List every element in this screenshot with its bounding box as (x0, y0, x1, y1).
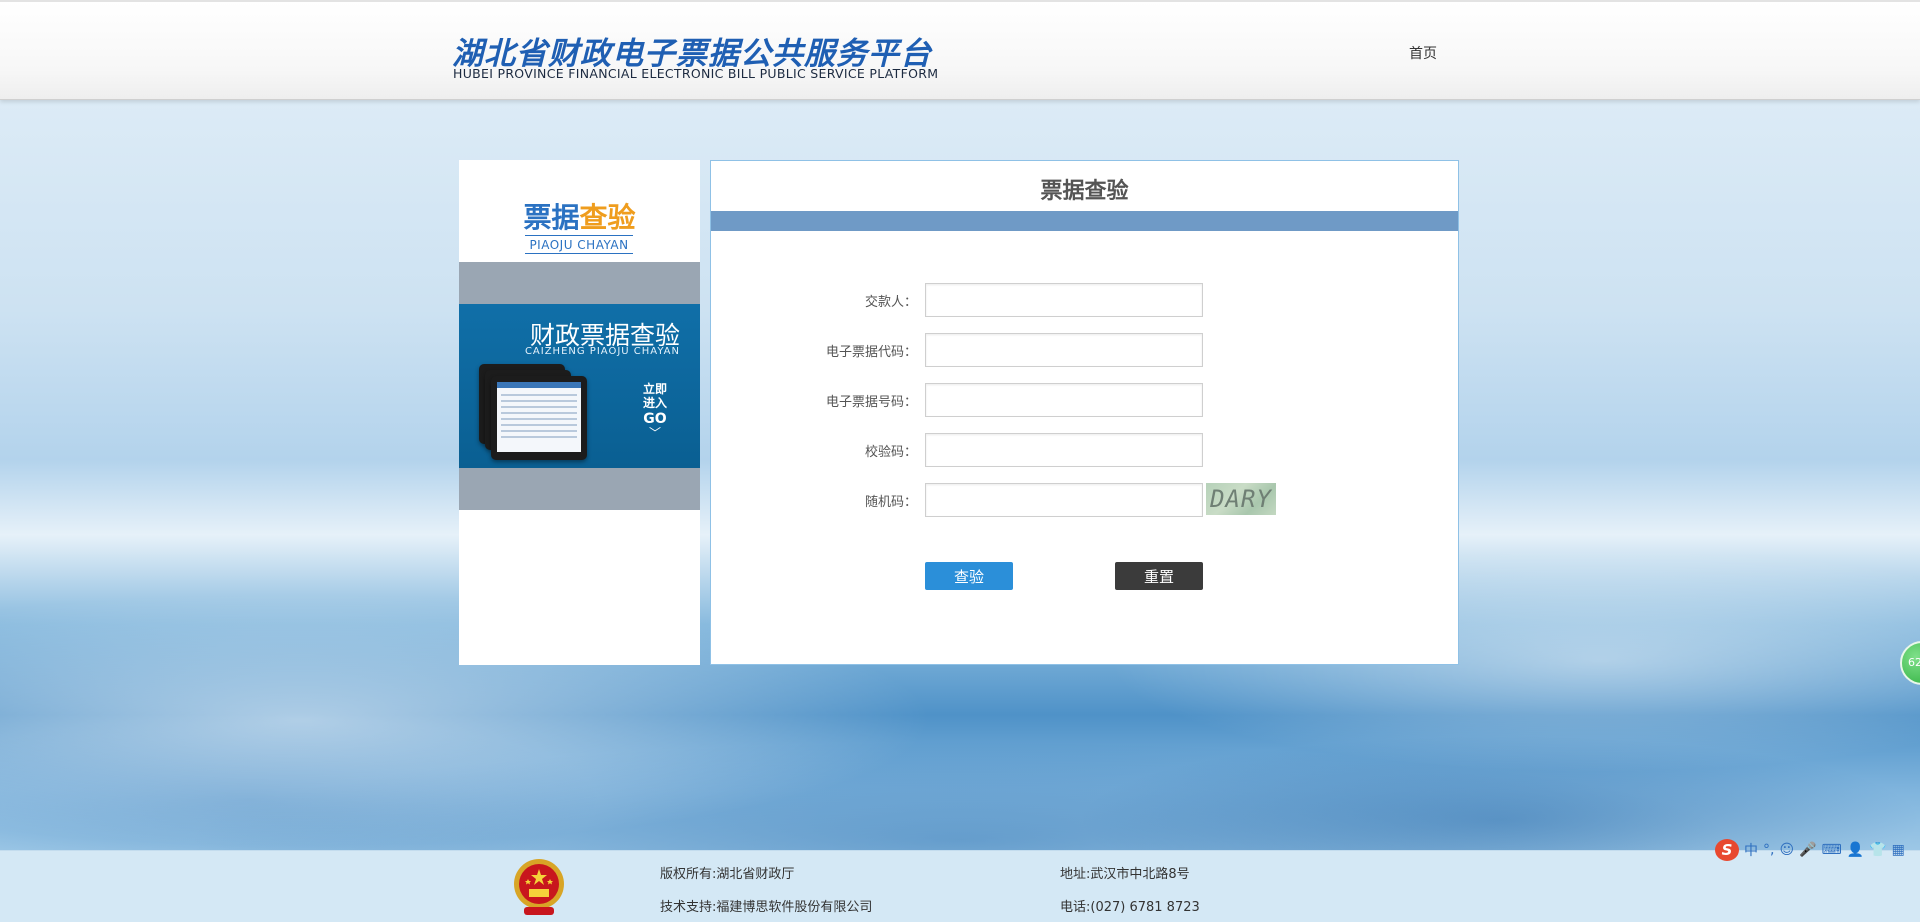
random-code-input[interactable] (925, 483, 1203, 517)
site-logo-subtitle: HUBEI PROVINCE FINANCIAL ELECTRONIC BILL… (453, 66, 939, 81)
field-row-bill-number: 电子票据号码： (711, 383, 1458, 417)
panel-title-pinyin: PIAOJU CHAYAN (525, 235, 633, 254)
bill-number-label: 电子票据号码： (825, 395, 917, 410)
national-emblem-icon (514, 859, 564, 915)
ime-logo-icon[interactable]: S (1715, 839, 1739, 861)
promo-banner-link[interactable]: 财政票据查验 CAIZHENG PIAOJU CHAYAN 立即 进入 GO ﹀ (459, 304, 700, 468)
ime-user-icon[interactable]: 👤 (1847, 842, 1864, 858)
footer-address: 地址:武汉市中北路8号 (1060, 867, 1190, 882)
nav-home-link[interactable]: 首页 (1409, 43, 1437, 63)
field-row-payer: 交款人： (711, 283, 1458, 317)
site-footer: 版权所有:湖北省财政厅 技术支持:福建博思软件股份有限公司 地址:武汉市中北路8… (0, 850, 1920, 922)
bill-number-input[interactable] (925, 383, 1203, 417)
bill-code-input[interactable] (925, 333, 1203, 367)
promo-line1: 立即 (642, 382, 667, 396)
ime-skin-icon[interactable]: 👕 (1869, 842, 1886, 858)
form-heading: 票据查验 (1040, 179, 1129, 204)
promo-go-text: GO (643, 411, 667, 427)
chevron-down-icon: ﹀ (648, 426, 661, 440)
payer-label: 交款人： (864, 295, 917, 310)
footer-copyright: 版权所有:湖北省财政厅 (660, 867, 795, 882)
check-button[interactable]: 查验 (925, 562, 1013, 590)
ime-punct-icon[interactable]: °, (1763, 842, 1774, 858)
field-row-bill-code: 电子票据代码： (711, 333, 1458, 367)
footer-phone: 电话:(027) 6781 8723 (1060, 900, 1200, 915)
random-code-label: 随机码： (864, 495, 917, 510)
check-code-label: 校验码： (864, 445, 917, 460)
ime-mode-toggle[interactable]: 中 (1744, 840, 1758, 860)
ime-grid-icon[interactable]: ▦ (1892, 842, 1905, 858)
ime-toolbar: S 中 °, ☺ 🎤 ⌨ 👤 👕 ▦ (1713, 838, 1920, 862)
panel-title-part1: 票据 (523, 201, 580, 234)
footer-tech-support: 技术支持:福建博思软件股份有限公司 (660, 900, 873, 915)
ime-mic-icon[interactable]: 🎤 (1799, 842, 1816, 858)
payer-input[interactable] (925, 283, 1203, 317)
ime-emoji-icon[interactable]: ☺ (1779, 842, 1794, 858)
reset-button[interactable]: 重置 (1115, 562, 1203, 590)
site-header: 湖北省财政电子票据公共服务平台 HUBEI PROVINCE FINANCIAL… (0, 0, 1920, 100)
tablet-illustration (479, 364, 589, 460)
promo-line2: 进入 (642, 396, 667, 410)
ime-keyboard-icon[interactable]: ⌨ (1822, 842, 1842, 858)
verify-form-panel: 票据查验 交款人： 电子票据代码： 电子票据号码： 校验码： 随机码： DARY… (710, 160, 1459, 665)
captcha-image[interactable]: DARY (1206, 483, 1276, 515)
field-row-random-code: 随机码： DARY (711, 483, 1458, 517)
promo-subtitle: CAIZHENG PIAOJU CHAYAN (524, 346, 680, 357)
panel-title: 票据查验 (459, 196, 700, 236)
check-code-input[interactable] (925, 433, 1203, 467)
promo-go-badge: 立即 进入 GO ﹀ (635, 382, 675, 440)
panel-title-part2: 查验 (579, 201, 636, 234)
left-panel: 票据查验 PIAOJU CHAYAN 财政票据查验 CAIZHENG PIAOJ… (459, 160, 700, 665)
field-row-check-code: 校验码： (711, 433, 1458, 467)
form-heading-bar (711, 211, 1458, 231)
bill-code-label: 电子票据代码： (825, 345, 917, 360)
